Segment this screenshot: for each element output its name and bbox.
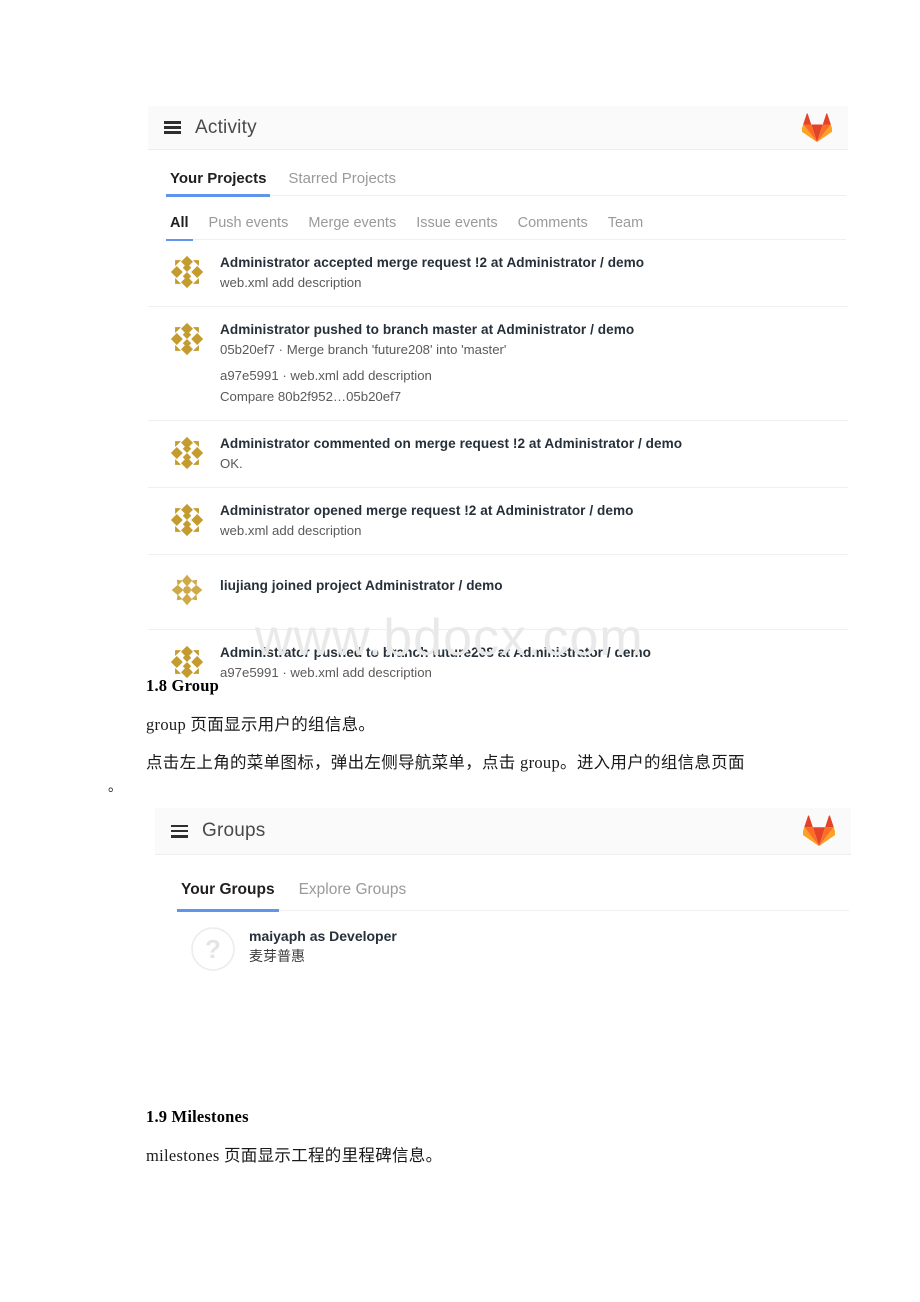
groups-panel-header: Groups — [155, 808, 851, 855]
gitlab-logo-icon — [802, 815, 836, 847]
activity-event-body: Administrator opened merge request !2 at… — [220, 502, 633, 541]
activity-panel: Activity Your Projects Starred Projects … — [148, 106, 848, 696]
activity-event-title: liujiang joined project Administrator / … — [220, 578, 503, 593]
section-paragraph: group 页面显示用户的组信息。 — [146, 715, 376, 734]
activity-event-row[interactable]: Administrator accepted merge request !2 … — [148, 240, 848, 307]
identicon-avatar — [170, 503, 204, 537]
tab-label: Starred Projects — [288, 170, 396, 187]
tab-merge-events[interactable]: Merge events — [308, 215, 396, 240]
activity-panel-header: Activity — [148, 106, 848, 150]
gitlab-logo-icon — [801, 112, 833, 142]
activity-event-title: Administrator pushed to branch future208… — [220, 645, 651, 660]
activity-event-row[interactable]: Administrator commented on merge request… — [148, 421, 848, 488]
group-list-item[interactable]: ? maiyaph as Developer 麦芽普惠 — [155, 911, 851, 987]
activity-event-row[interactable]: Administrator opened merge request !2 at… — [148, 488, 848, 555]
tab-your-groups[interactable]: Your Groups — [177, 881, 279, 912]
group-description: 麦芽普惠 — [249, 948, 305, 964]
tab-label: Team — [607, 215, 644, 231]
tab-team[interactable]: Team — [608, 215, 643, 240]
page-title: Groups — [202, 820, 266, 841]
activity-event-body: Administrator pushed to branch future208… — [220, 644, 651, 683]
tab-issue-events[interactable]: Issue events — [416, 215, 497, 240]
page-title: Activity — [195, 116, 257, 138]
activity-event-detail: web.xml add description — [220, 275, 362, 290]
activity-event-title: Administrator commented on merge request… — [220, 436, 683, 451]
tab-label: Explore Groups — [298, 881, 407, 898]
activity-event-detail: OK. — [220, 456, 243, 471]
activity-event-row[interactable]: Administrator pushed to branch future208… — [148, 630, 848, 696]
activity-event-body: Administrator pushed to branch master at… — [220, 321, 634, 407]
group-name: maiyaph as Developer — [249, 928, 397, 944]
tab-label: Push events — [208, 215, 289, 231]
activity-primary-tabs: Your Projects Starred Projects — [148, 150, 848, 197]
identicon-avatar — [170, 645, 204, 679]
tab-explore-groups[interactable]: Explore Groups — [299, 881, 407, 911]
activity-secondary-tabs: All Push events Merge events Issue event… — [148, 196, 848, 241]
tab-starred-projects[interactable]: Starred Projects — [288, 170, 396, 196]
activity-feed: Administrator accepted merge request !2 … — [148, 240, 848, 696]
activity-event-commit: a97e5991 · web.xml add description — [220, 665, 432, 680]
hamburger-icon[interactable] — [171, 824, 188, 838]
section-paragraph: milestones 页面显示工程的里程碑信息。 — [146, 1146, 443, 1165]
svg-text:?: ? — [205, 934, 221, 964]
tab-label: Your Groups — [181, 881, 275, 898]
activity-event-commit: a97e5991 · web.xml add description — [220, 368, 432, 383]
identicon-avatar — [170, 322, 204, 356]
tab-label: Comments — [517, 215, 588, 231]
tab-your-projects[interactable]: Your Projects — [165, 170, 271, 197]
tab-label: Your Projects — [170, 170, 267, 187]
activity-event-commit: 05b20ef7 · Merge branch 'future208' into… — [220, 342, 507, 357]
identicon-avatar — [170, 573, 204, 607]
group-list-item-body: maiyaph as Developer 麦芽普惠 — [249, 927, 397, 966]
tab-label: Merge events — [308, 215, 397, 231]
activity-event-row[interactable]: liujiang joined project Administrator / … — [148, 555, 848, 630]
activity-event-body: Administrator commented on merge request… — [220, 435, 682, 474]
section-heading-group: 1.8 Group — [146, 676, 220, 695]
activity-event-body: Administrator accepted merge request !2 … — [220, 254, 644, 293]
identicon-avatar — [170, 255, 204, 289]
hamburger-icon[interactable] — [164, 121, 181, 134]
activity-event-row[interactable]: Administrator pushed to branch master at… — [148, 307, 848, 421]
groups-primary-tabs: Your Groups Explore Groups — [155, 855, 851, 912]
section-paragraph: 点击左上角的菜单图标，弹出左侧导航菜单，点击 group。进入用户的组信息页面 — [146, 753, 745, 772]
tab-label: All — [170, 215, 189, 231]
tab-label: Issue events — [416, 215, 498, 231]
activity-event-title: Administrator pushed to branch master at… — [220, 322, 635, 337]
tab-comments[interactable]: Comments — [518, 215, 588, 240]
tab-all[interactable]: All — [166, 215, 192, 241]
section-heading-milestones: 1.9 Milestones — [146, 1107, 249, 1126]
activity-event-body: liujiang joined project Administrator / … — [220, 577, 503, 595]
section-paragraph-trailing-period: 。 — [108, 780, 123, 795]
activity-event-detail: web.xml add description — [220, 523, 362, 538]
activity-event-compare-link[interactable]: Compare 80b2f952…05b20ef7 — [220, 386, 634, 407]
identicon-avatar — [170, 436, 204, 470]
groups-panel: Groups Your Groups Explore Groups ? maiy… — [155, 808, 851, 987]
tab-push-events[interactable]: Push events — [209, 215, 289, 240]
question-mark-placeholder-icon: ? — [191, 927, 235, 971]
activity-event-title: Administrator opened merge request !2 at… — [220, 503, 634, 518]
activity-event-title: Administrator accepted merge request !2 … — [220, 255, 645, 270]
